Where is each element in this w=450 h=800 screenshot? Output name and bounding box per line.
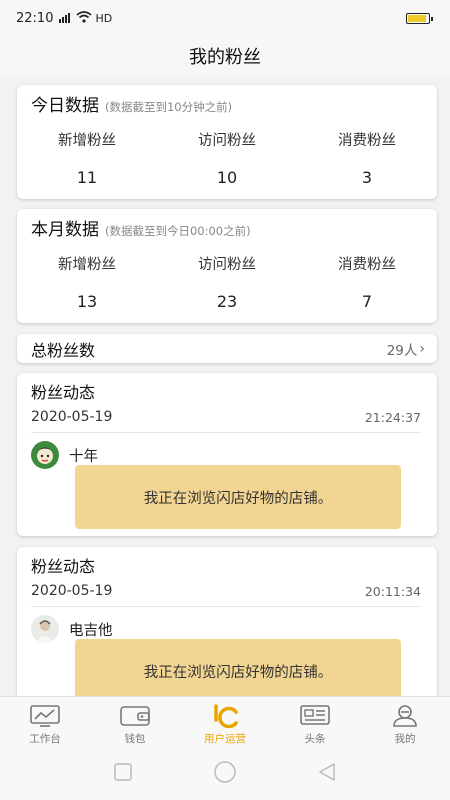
stat-new-fans: 新增粉丝 11 — [17, 129, 157, 187]
stat-consume-fans: 消费粉丝 7 — [297, 253, 437, 311]
activity-title: 粉丝动态 — [31, 557, 96, 576]
home-button[interactable] — [213, 760, 237, 788]
tab-label: 头条 — [304, 733, 326, 745]
tab-profile[interactable]: 我的 — [360, 697, 450, 748]
month-title: 本月数据 — [31, 220, 99, 240]
recent-apps-button[interactable] — [113, 762, 133, 786]
stat-value: 10 — [216, 168, 238, 187]
chevron-right-icon: › — [419, 340, 425, 357]
battery-icon — [406, 13, 433, 24]
stat-label: 消费粉丝 — [338, 257, 396, 273]
avatar[interactable] — [31, 441, 59, 469]
page-title: 我的粉丝 — [189, 47, 261, 68]
month-note: (数据截至到今日00:00之前) — [105, 224, 251, 238]
tab-label: 工作台 — [29, 733, 61, 745]
activity-time: 21:24:37 — [364, 410, 421, 425]
fan-activity-card: 粉丝动态 2020-05-19 21:24:37 十年 我正在浏览闪店好物的店铺… — [17, 373, 437, 536]
stat-label: 新增粉丝 — [58, 257, 116, 273]
stat-value: 7 — [361, 292, 373, 311]
tab-user-operation[interactable]: 用户运营 — [180, 697, 270, 748]
tab-label: 我的 — [394, 733, 416, 745]
network-type: HD — [95, 11, 113, 25]
activity-message: 我正在浏览闪店好物的店铺。 — [75, 639, 401, 703]
user-operation-icon — [209, 704, 241, 728]
tab-label: 用户运营 — [204, 733, 246, 745]
monitor-chart-icon — [29, 704, 61, 728]
nav-bar: 我的粉丝 — [0, 36, 450, 76]
month-stats-card: 本月数据 (数据截至到今日00:00之前) 新增粉丝 13 访问粉丝 23 消费… — [17, 209, 437, 323]
total-fans-value: 29人 — [386, 342, 418, 359]
stat-label: 访问粉丝 — [198, 133, 256, 149]
system-nav-bar — [0, 748, 450, 800]
profile-icon — [389, 704, 421, 728]
wifi-icon — [76, 10, 92, 26]
news-icon — [299, 704, 331, 728]
divider — [31, 606, 421, 607]
activity-user-name: 十年 — [69, 449, 98, 465]
today-note: (数据截至到10分钟之前) — [105, 100, 233, 114]
status-bar: 22:10 HD — [0, 0, 450, 36]
divider — [31, 432, 421, 433]
bottom-tab-bar: 工作台 钱包 用户运营 头条 我的 — [0, 696, 450, 748]
avatar[interactable] — [31, 615, 59, 643]
stat-value: 13 — [76, 292, 98, 311]
wallet-icon — [119, 704, 151, 728]
stat-label: 新增粉丝 — [58, 133, 116, 149]
stat-value: 23 — [216, 292, 238, 311]
tab-wallet[interactable]: 钱包 — [90, 697, 180, 748]
stat-visit-fans: 访问粉丝 10 — [157, 129, 297, 187]
stat-visit-fans: 访问粉丝 23 — [157, 253, 297, 311]
today-stats-card: 今日数据 (数据截至到10分钟之前) 新增粉丝 11 访问粉丝 10 消费粉丝 … — [17, 85, 437, 199]
stat-consume-fans: 消费粉丝 3 — [297, 129, 437, 187]
back-button[interactable] — [317, 762, 337, 786]
activity-date: 2020-05-19 — [31, 409, 113, 425]
signal-icon — [59, 13, 71, 23]
activity-title: 粉丝动态 — [31, 383, 96, 402]
stat-value: 11 — [76, 168, 98, 187]
stat-label: 消费粉丝 — [338, 133, 396, 149]
status-time: 22:10 — [16, 10, 54, 26]
activity-time: 20:11:34 — [364, 584, 421, 599]
total-fans-label: 总粉丝数 — [31, 340, 96, 360]
activity-message: 我正在浏览闪店好物的店铺。 — [75, 465, 401, 529]
total-fans-count: 29人 › — [387, 339, 425, 359]
stat-value: 3 — [361, 168, 373, 187]
stat-label: 访问粉丝 — [198, 257, 256, 273]
activity-user-name: 电吉他 — [69, 623, 113, 639]
total-fans-row[interactable]: 总粉丝数 29人 › — [17, 334, 437, 363]
tab-label: 钱包 — [124, 733, 146, 745]
activity-date: 2020-05-19 — [31, 583, 113, 599]
tab-workbench[interactable]: 工作台 — [0, 697, 90, 748]
today-title: 今日数据 — [31, 96, 99, 116]
tab-news[interactable]: 头条 — [270, 697, 360, 748]
stat-new-fans: 新增粉丝 13 — [17, 253, 157, 311]
